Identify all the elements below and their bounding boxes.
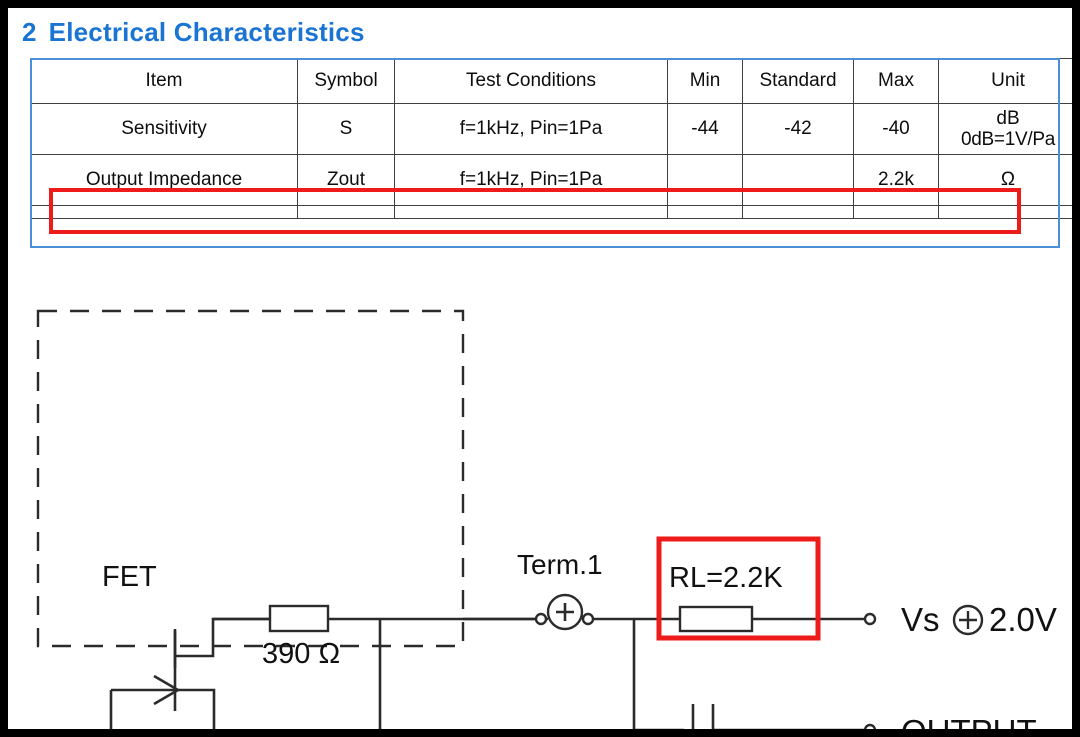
output-terminal-node <box>863 723 877 729</box>
section-number: 2 <box>22 17 37 47</box>
cell-max-output-impedance: 2.2k <box>853 154 939 206</box>
cell-min-sensitivity: -44 <box>667 103 743 155</box>
cell-standard-sensitivity: -42 <box>742 103 854 155</box>
unit-primary: dB <box>996 107 1020 129</box>
cell-truncated <box>30 205 298 219</box>
column-header-max: Max <box>853 58 939 104</box>
table-row: Output Impedance Zout f=1kHz, Pin=1Pa 2.… <box>30 154 1072 206</box>
cell-truncated <box>938 205 1072 219</box>
cell-truncated <box>667 205 743 219</box>
cell-truncated <box>742 205 854 219</box>
cell-truncated <box>394 205 668 219</box>
column-header-standard: Standard <box>742 58 854 104</box>
column-header-item: Item <box>30 58 298 104</box>
cell-conditions-output-impedance: f=1kHz, Pin=1Pa <box>394 154 668 206</box>
cell-unit-output-impedance: Ω <box>938 154 1072 206</box>
supply-label-value: 2.0V <box>989 601 1057 638</box>
cell-truncated <box>297 205 395 219</box>
electrical-characteristics-table: Item Symbol Test Conditions Min Standard… <box>30 58 1072 219</box>
cell-max-sensitivity: -40 <box>853 103 939 155</box>
fet-source-lead <box>175 688 216 729</box>
load-resistor-label: RL=2.2K <box>669 562 783 594</box>
cell-item-sensitivity: Sensitivity <box>30 103 298 155</box>
table-header-row: Item Symbol Test Conditions Min Standard… <box>30 58 1072 104</box>
page-canvas: 2 Electrical Characteristics Item Symbol … <box>8 8 1072 729</box>
microphone-package-outline <box>36 309 465 648</box>
cell-standard-output-impedance <box>742 154 854 206</box>
term1-pin-left <box>534 612 548 626</box>
page-title: 2 Electrical Characteristics <box>22 17 365 48</box>
column-header-unit: Unit <box>938 58 1072 104</box>
load-resistor-body <box>678 605 754 633</box>
table-row-truncated <box>30 205 1072 219</box>
term1-label: Term.1 <box>517 549 603 580</box>
column-header-test-conditions: Test Conditions <box>394 58 668 104</box>
table-row: Sensitivity S f=1kHz, Pin=1Pa -44 -42 -4… <box>30 103 1072 155</box>
microphone-circuit-diagram: FET 390 Ω 10 nF Term.1 Term.2 RL=2.2K C=… <box>8 256 1072 729</box>
resistor-390-ohm-body <box>268 604 330 633</box>
cell-conditions-sensitivity: f=1kHz, Pin=1Pa <box>394 103 668 155</box>
cell-min-output-impedance <box>667 154 743 206</box>
term1-pin-right <box>581 612 595 626</box>
cell-truncated <box>853 205 939 219</box>
section-title-text: Electrical Characteristics <box>48 17 365 47</box>
output-label: OUTPUT <box>901 713 1037 729</box>
cell-symbol-sensitivity: S <box>297 103 395 155</box>
vs-terminal-node <box>863 612 877 626</box>
supply-label-prefix: Vs <box>901 601 940 638</box>
unit-reference: 0dB=1V/Pa <box>961 129 1055 150</box>
column-header-symbol: Symbol <box>297 58 395 104</box>
column-header-min: Min <box>667 58 743 104</box>
cell-item-output-impedance: Output Impedance <box>30 154 298 206</box>
fet-label: FET <box>102 561 157 593</box>
resistor-390-label: 390 Ω <box>262 638 340 670</box>
cell-symbol-output-impedance: Zout <box>297 154 395 206</box>
cell-unit-sensitivity: dB 0dB=1V/Pa <box>938 103 1072 155</box>
